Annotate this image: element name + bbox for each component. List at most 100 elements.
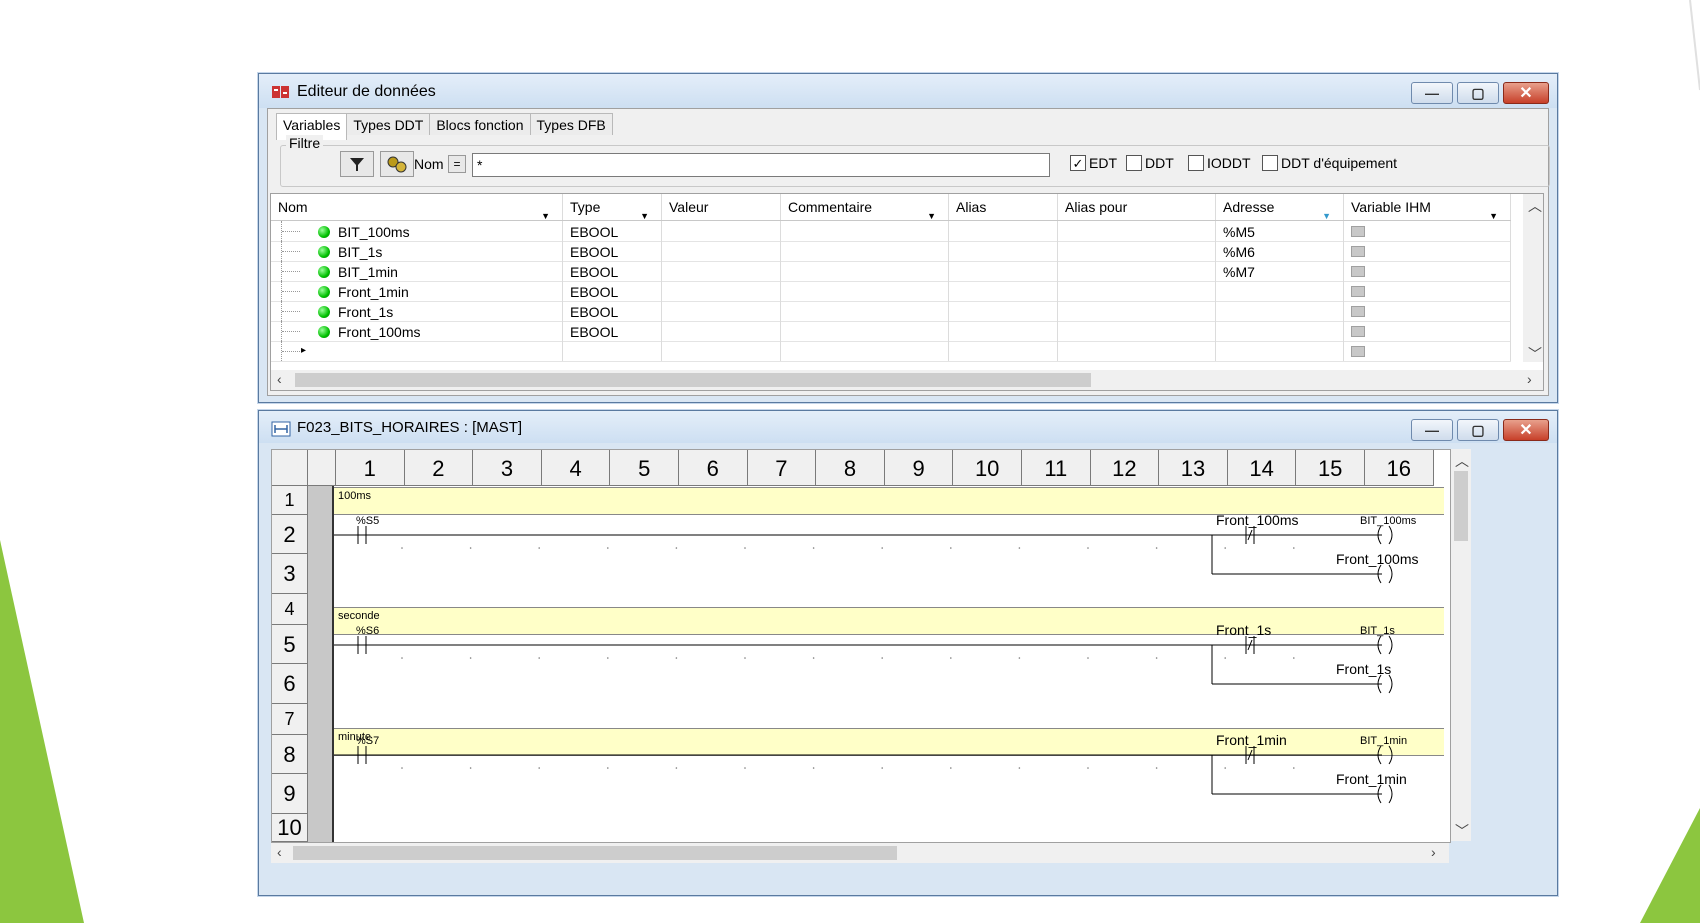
- tab-types-ddt[interactable]: Types DDT: [346, 113, 431, 135]
- scroll-left-icon[interactable]: ‹: [277, 844, 282, 860]
- col-header-type[interactable]: Type ▼: [563, 194, 662, 221]
- cell-empty[interactable]: [949, 241, 1058, 261]
- scroll-up-icon[interactable]: ︿: [1528, 196, 1542, 216]
- scroll-up-icon[interactable]: ︿: [1455, 451, 1469, 471]
- cell-variable-ihm[interactable]: [1344, 281, 1511, 301]
- scroll-down-icon[interactable]: ﹀: [1455, 821, 1469, 841]
- cell-empty[interactable]: [781, 341, 949, 361]
- cell-variable-ihm[interactable]: [1344, 321, 1511, 341]
- cell-empty[interactable]: [1058, 301, 1216, 321]
- ladder-diagram[interactable]: 1 2 3 4 5 6 7 8 9 10 11 12 13 14 15 16 1 2 3 4 5 6 7 8 9 10 100m…: [271, 449, 1451, 843]
- cell-empty[interactable]: [1058, 261, 1216, 281]
- cell-address[interactable]: [1216, 301, 1344, 321]
- cell-type[interactable]: EBOOL: [563, 281, 662, 301]
- cell-empty[interactable]: [662, 341, 781, 361]
- cell-empty[interactable]: [781, 301, 949, 321]
- table-row[interactable]: Front_1min EBOOL: [271, 281, 1511, 302]
- close-button[interactable]: ✕: [1503, 419, 1549, 441]
- cell-address[interactable]: [1216, 321, 1344, 341]
- cell-empty[interactable]: [1058, 281, 1216, 301]
- maximize-button[interactable]: ▢: [1457, 82, 1499, 104]
- cell-empty[interactable]: [662, 221, 781, 241]
- cell-address[interactable]: [1216, 281, 1344, 301]
- hmi-toggle-icon[interactable]: [1351, 266, 1365, 277]
- table-row[interactable]: Front_100ms EBOOL: [271, 321, 1511, 342]
- cell-variable-ihm[interactable]: [1344, 341, 1511, 361]
- cell-type[interactable]: EBOOL: [563, 241, 662, 261]
- hmi-toggle-icon[interactable]: [1351, 246, 1365, 257]
- edt-checkbox[interactable]: ✓ EDT: [1070, 155, 1117, 171]
- maximize-button[interactable]: ▢: [1457, 419, 1499, 441]
- cell-empty[interactable]: [1058, 241, 1216, 261]
- table-row[interactable]: Front_1s EBOOL: [271, 301, 1511, 322]
- ddt-checkbox[interactable]: DDT: [1126, 155, 1174, 171]
- cell-name[interactable]: BIT_100ms: [271, 221, 563, 241]
- cell-empty[interactable]: [563, 341, 662, 361]
- cell-name[interactable]: BIT_1s: [271, 241, 563, 261]
- scroll-left-icon[interactable]: ‹: [277, 371, 282, 387]
- cell-name[interactable]: BIT_1min: [271, 261, 563, 281]
- cell-empty[interactable]: [949, 301, 1058, 321]
- cell-empty[interactable]: [781, 221, 949, 241]
- table-row[interactable]: BIT_1s EBOOL %M6: [271, 241, 1511, 262]
- data-editor-titlebar[interactable]: Editeur de données — ▢ ✕: [259, 74, 1557, 108]
- cell-empty[interactable]: [1058, 221, 1216, 241]
- cell-empty[interactable]: [662, 321, 781, 341]
- cell-name[interactable]: Front_100ms: [271, 321, 563, 341]
- minimize-button[interactable]: —: [1411, 82, 1453, 104]
- ladder-horizontal-scrollbar[interactable]: ‹ ›: [271, 843, 1449, 863]
- cell-empty[interactable]: [949, 321, 1058, 341]
- table-row-new[interactable]: ▸: [271, 341, 1511, 362]
- tab-blocs-fonction[interactable]: Blocs fonction: [429, 113, 531, 135]
- cell-empty[interactable]: [781, 321, 949, 341]
- col-header-alias-pour[interactable]: Alias pour: [1058, 194, 1216, 220]
- cell-empty[interactable]: [949, 261, 1058, 281]
- col-header-commentaire[interactable]: Commentaire ▼: [781, 194, 949, 221]
- col-header-variable-ihm[interactable]: Variable IHM ▼: [1344, 194, 1511, 221]
- cell-empty[interactable]: [1058, 321, 1216, 341]
- ladder-hscroll-thumb[interactable]: [293, 846, 897, 860]
- cell-type[interactable]: EBOOL: [563, 321, 662, 341]
- minimize-button[interactable]: —: [1411, 419, 1453, 441]
- cell-type[interactable]: EBOOL: [563, 301, 662, 321]
- hmi-toggle-icon[interactable]: [1351, 346, 1365, 357]
- cell-type[interactable]: EBOOL: [563, 221, 662, 241]
- name-filter-operator-button[interactable]: =: [448, 155, 466, 173]
- ddt-equipement-checkbox[interactable]: DDT d'équipement: [1262, 155, 1397, 171]
- cell-empty[interactable]: [662, 281, 781, 301]
- cell-variable-ihm[interactable]: [1344, 261, 1511, 281]
- cell-name[interactable]: Front_1s: [271, 301, 563, 321]
- hmi-toggle-icon[interactable]: [1351, 286, 1365, 297]
- grid-hscroll-thumb[interactable]: [295, 373, 1091, 387]
- table-row[interactable]: BIT_1min EBOOL %M7: [271, 261, 1511, 282]
- cell-address[interactable]: %M7: [1216, 261, 1344, 281]
- cell-variable-ihm[interactable]: [1344, 301, 1511, 321]
- cell-empty[interactable]: [1058, 341, 1216, 361]
- grid-vertical-scrollbar[interactable]: ︿ ﹀: [1523, 194, 1543, 362]
- scroll-right-icon[interactable]: ›: [1431, 844, 1436, 860]
- scroll-right-icon[interactable]: ›: [1527, 371, 1532, 387]
- cell-empty[interactable]: [781, 261, 949, 281]
- apply-filter-button[interactable]: [340, 151, 374, 177]
- cell-type[interactable]: EBOOL: [563, 261, 662, 281]
- col-header-nom[interactable]: Nom ▼: [271, 194, 563, 221]
- ladder-editor-titlebar[interactable]: F023_BITS_HORAIRES : [MAST] — ▢ ✕: [259, 411, 1557, 443]
- name-filter-input[interactable]: [472, 153, 1050, 177]
- filter-options-button[interactable]: [380, 151, 414, 177]
- grid-horizontal-scrollbar[interactable]: ‹ ›: [271, 370, 1543, 390]
- col-header-adresse[interactable]: Adresse ▼: [1216, 194, 1344, 221]
- cell-empty[interactable]: [662, 301, 781, 321]
- cell-empty[interactable]: [662, 261, 781, 281]
- table-row[interactable]: BIT_100ms EBOOL %M5: [271, 221, 1511, 242]
- cell-variable-ihm[interactable]: [1344, 241, 1511, 261]
- ladder-vscroll-thumb[interactable]: [1454, 471, 1468, 541]
- cell-variable-ihm[interactable]: [1344, 221, 1511, 241]
- cell-empty[interactable]: [781, 281, 949, 301]
- cell-empty[interactable]: [949, 341, 1058, 361]
- cell-address[interactable]: %M6: [1216, 241, 1344, 261]
- cell-empty[interactable]: [1216, 341, 1344, 361]
- tab-types-dfb[interactable]: Types DFB: [529, 113, 613, 135]
- scroll-down-icon[interactable]: ﹀: [1528, 344, 1542, 364]
- hmi-toggle-icon[interactable]: [1351, 326, 1365, 337]
- cell-name[interactable]: ▸: [271, 341, 563, 361]
